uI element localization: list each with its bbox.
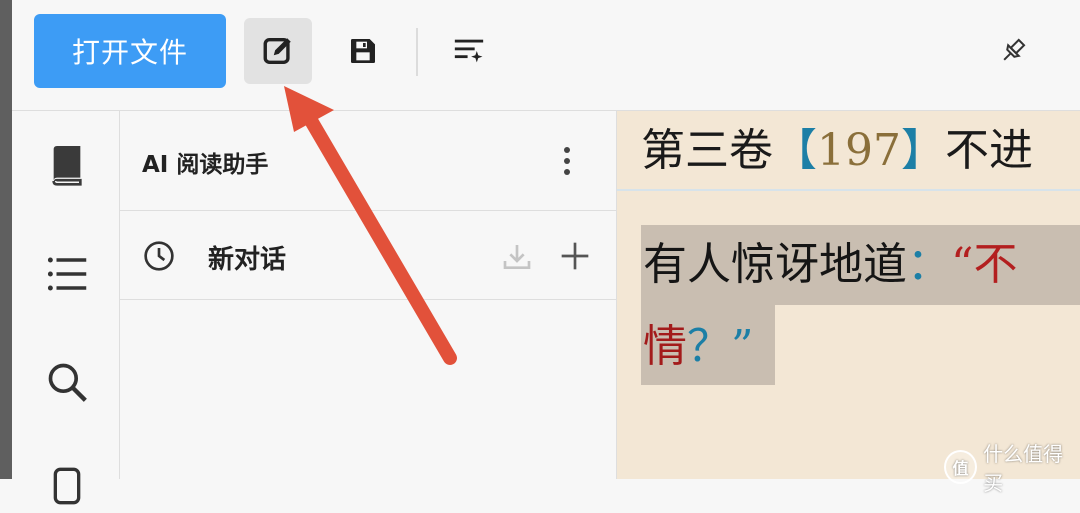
annotation-arrow (284, 86, 457, 365)
watermark-text: 什么值得买 (983, 442, 1064, 495)
watermark: 值 什么值得买 (944, 438, 1080, 496)
